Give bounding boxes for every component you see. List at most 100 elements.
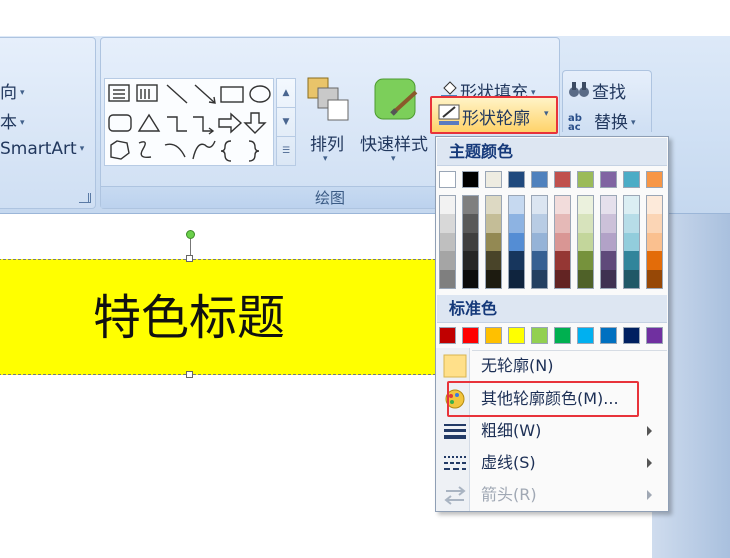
standard-colors-row: [436, 327, 668, 347]
standard-color-swatch[interactable]: [508, 327, 525, 344]
theme-tint-swatch[interactable]: [578, 232, 593, 252]
theme-tint-swatch[interactable]: [440, 269, 455, 288]
theme-tint-swatch[interactable]: [624, 251, 639, 270]
theme-tint-swatch[interactable]: [440, 214, 455, 233]
theme-color-swatch[interactable]: [439, 171, 456, 188]
theme-tint-swatch[interactable]: [578, 214, 593, 233]
theme-tint-swatch[interactable]: [647, 196, 662, 215]
theme-tint-swatch[interactable]: [509, 214, 524, 233]
convert-smartart-button[interactable]: SmartArt ▾: [0, 139, 84, 159]
text-direction-button[interactable]: 向 ▾: [0, 78, 25, 103]
theme-tint-column: [577, 195, 594, 289]
theme-color-swatch[interactable]: [623, 171, 640, 188]
theme-tint-swatch[interactable]: [486, 232, 501, 252]
theme-tint-swatch[interactable]: [555, 214, 570, 233]
standard-color-swatch[interactable]: [462, 327, 479, 344]
title-bar-area: [0, 0, 730, 36]
theme-tint-swatch[interactable]: [555, 232, 570, 252]
arrange-button[interactable]: 排列: [310, 130, 344, 155]
theme-tint-swatch[interactable]: [601, 251, 616, 270]
shapes-gallery[interactable]: [104, 78, 274, 166]
find-button[interactable]: 查找: [568, 78, 626, 103]
standard-color-swatch[interactable]: [577, 327, 594, 344]
theme-tint-swatch[interactable]: [509, 196, 524, 215]
quick-styles-dropdown-icon[interactable]: ▾: [391, 154, 396, 164]
theme-tint-swatch[interactable]: [532, 214, 547, 233]
theme-tint-swatch[interactable]: [440, 251, 455, 270]
rotation-handle[interactable]: [186, 230, 195, 239]
quick-styles-icon[interactable]: [372, 76, 420, 124]
theme-tint-swatch[interactable]: [555, 251, 570, 270]
weight-item[interactable]: 粗细(W): [436, 415, 666, 447]
theme-color-swatch[interactable]: [508, 171, 525, 188]
theme-tint-swatch[interactable]: [509, 269, 524, 288]
standard-color-swatch[interactable]: [623, 327, 640, 344]
theme-tint-swatch[interactable]: [601, 196, 616, 215]
no-outline-item[interactable]: 无轮廓(N): [436, 350, 666, 382]
theme-tint-swatch[interactable]: [440, 232, 455, 252]
standard-color-swatch[interactable]: [646, 327, 663, 344]
theme-tint-swatch[interactable]: [532, 251, 547, 270]
theme-tint-swatch[interactable]: [532, 196, 547, 215]
title-shape[interactable]: 特色标题: [0, 259, 436, 375]
standard-color-swatch[interactable]: [600, 327, 617, 344]
theme-tint-swatch[interactable]: [509, 232, 524, 252]
arrows-item[interactable]: 箭头(R): [436, 479, 666, 511]
theme-tint-swatch[interactable]: [578, 196, 593, 215]
scroll-up-icon[interactable]: ▲: [277, 79, 295, 108]
align-text-button[interactable]: 本 ▾: [0, 108, 25, 133]
theme-color-swatch[interactable]: [462, 171, 479, 188]
theme-tint-swatch[interactable]: [555, 196, 570, 215]
theme-tint-swatch[interactable]: [486, 196, 501, 215]
gallery-expand-icon[interactable]: ☰: [277, 137, 295, 166]
theme-tint-swatch[interactable]: [532, 232, 547, 252]
theme-tint-swatch[interactable]: [624, 196, 639, 215]
theme-tint-swatch[interactable]: [624, 269, 639, 288]
theme-tint-swatch[interactable]: [601, 214, 616, 233]
theme-tint-swatch[interactable]: [532, 269, 547, 288]
theme-tint-swatch[interactable]: [647, 232, 662, 252]
theme-tint-swatch[interactable]: [463, 214, 478, 233]
shape-outline-button[interactable]: 形状轮廓 ▾: [430, 96, 558, 134]
theme-tint-swatch[interactable]: [463, 269, 478, 288]
theme-tint-swatch[interactable]: [463, 232, 478, 252]
theme-tint-swatch[interactable]: [647, 269, 662, 288]
standard-color-swatch[interactable]: [485, 327, 502, 344]
arrange-icon[interactable]: [304, 76, 352, 124]
scroll-down-icon[interactable]: ▼: [277, 108, 295, 137]
theme-tint-swatch[interactable]: [486, 251, 501, 270]
theme-color-swatch[interactable]: [600, 171, 617, 188]
replace-button[interactable]: ab ac 替换 ▾: [568, 108, 636, 133]
standard-color-swatch[interactable]: [554, 327, 571, 344]
standard-color-swatch[interactable]: [439, 327, 456, 344]
resize-handle-top[interactable]: [186, 255, 193, 262]
theme-color-swatch[interactable]: [531, 171, 548, 188]
theme-tint-swatch[interactable]: [647, 214, 662, 233]
resize-handle-bottom[interactable]: [186, 371, 193, 378]
theme-tint-swatch[interactable]: [555, 269, 570, 288]
theme-tint-swatch[interactable]: [509, 251, 524, 270]
theme-tint-swatch[interactable]: [624, 232, 639, 252]
theme-tint-swatch[interactable]: [578, 251, 593, 270]
theme-tint-swatch[interactable]: [647, 251, 662, 270]
dashes-item[interactable]: 虚线(S): [436, 447, 666, 479]
title-text[interactable]: 特色标题: [0, 260, 379, 376]
theme-color-swatch[interactable]: [577, 171, 594, 188]
theme-tint-swatch[interactable]: [624, 214, 639, 233]
theme-color-swatch[interactable]: [646, 171, 663, 188]
gallery-scrollbar[interactable]: ▲ ▼ ☰: [276, 78, 296, 166]
theme-tint-swatch[interactable]: [440, 196, 455, 215]
standard-color-swatch[interactable]: [531, 327, 548, 344]
theme-tint-swatch[interactable]: [486, 214, 501, 233]
group-launcher-icon[interactable]: [81, 193, 91, 203]
theme-tint-swatch[interactable]: [463, 196, 478, 215]
theme-tint-swatch[interactable]: [463, 251, 478, 270]
theme-tint-swatch[interactable]: [601, 232, 616, 252]
quick-styles-button[interactable]: 快速样式: [360, 130, 428, 155]
theme-tint-swatch[interactable]: [601, 269, 616, 288]
theme-color-swatch[interactable]: [554, 171, 571, 188]
theme-tint-swatch[interactable]: [578, 269, 593, 288]
theme-color-swatch[interactable]: [485, 171, 502, 188]
arrange-dropdown-icon[interactable]: ▾: [323, 154, 328, 164]
theme-tint-swatch[interactable]: [486, 269, 501, 288]
